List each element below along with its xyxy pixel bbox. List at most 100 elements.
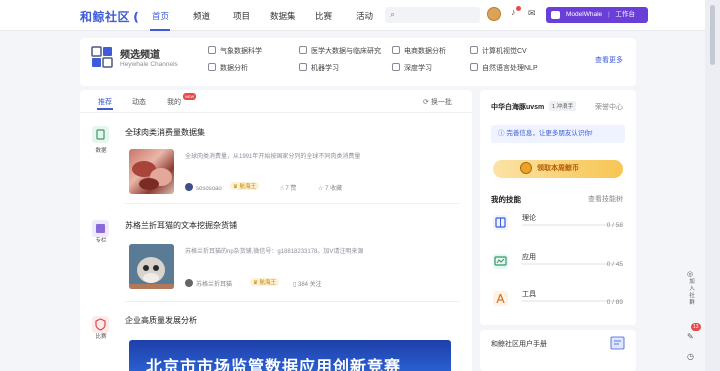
mail-icon[interactable]: ✉ (528, 8, 536, 19)
post-title[interactable]: 企业高质量发展分析 (125, 315, 197, 326)
site-logo[interactable]: 和鲸社区❪ (80, 8, 142, 25)
nav-projects[interactable]: 项目 (233, 10, 250, 22)
nav-events[interactable]: 活动 (356, 10, 373, 22)
content-feed: 推荐 动态 我的 NEW ⟳ 换一批 数据 全球肉类消费量数据集 全球肉类消费量… (80, 90, 472, 371)
tab-activity[interactable]: 动态 (132, 97, 146, 107)
bookmark-icon: ▯ (293, 282, 297, 288)
tab-recommend[interactable]: 推荐 (98, 97, 112, 107)
post-author[interactable]: 苏格兰折耳猫 (185, 279, 232, 288)
nav-datasets[interactable]: 数据集 (270, 10, 296, 22)
post-divider (125, 301, 460, 302)
channels-more-link[interactable]: 查看更多 (595, 55, 623, 65)
nav-home[interactable]: 首页 (152, 10, 169, 22)
thumbs-up-icon: ☝ (280, 186, 284, 192)
message-badge: 13 (691, 323, 701, 331)
bell-icon[interactable]: ♪ (511, 7, 516, 17)
tab-mine[interactable]: 我的 (167, 97, 181, 107)
book-icon (493, 215, 508, 230)
channel-nlp[interactable]: 自然语言处理NLP (470, 63, 538, 73)
data-analysis-icon (208, 63, 216, 71)
search-icon: ⌕ (390, 9, 396, 19)
machine-learning-icon (299, 63, 307, 71)
skill-count: 0 / 45 (606, 261, 623, 268)
view-skill-tree-link[interactable]: 查看技能树 (588, 194, 623, 204)
channel-deep-learning[interactable]: 深度学习 (392, 63, 432, 73)
author-avatar (185, 183, 193, 191)
active-tab-indicator (97, 108, 113, 110)
floating-toolbar: ◎ 加入社群 13 ✎ ◷ (681, 270, 703, 365)
username[interactable]: 中华白海豚uvsm (491, 102, 544, 112)
pirate-king-badge: ♛ 航海王 (250, 278, 279, 286)
channel-medical[interactable]: 医学大数据与临床研究 (299, 46, 381, 56)
skill-count: 0 / 89 (606, 299, 623, 306)
channel-cv[interactable]: 计算机视觉CV (470, 46, 527, 56)
modelwhale-icon (551, 11, 560, 19)
skill-count: 0 / 58 (606, 222, 623, 229)
user-avatar[interactable] (487, 7, 501, 21)
nlp-icon (470, 63, 478, 71)
channel-meteorology[interactable]: 气象数据科学 (208, 46, 262, 56)
competition-category-icon (92, 316, 109, 333)
meat-thumbnail[interactable] (129, 149, 174, 194)
channel-ecommerce[interactable]: 电商数据分析 (392, 46, 446, 56)
level-badge: 1 冲浪手 (549, 101, 577, 111)
search-input[interactable]: ⌕ (385, 7, 480, 23)
join-group-button[interactable]: 加入社群 (687, 279, 697, 307)
active-nav-indicator (150, 29, 170, 31)
refresh-icon: ⟳ (423, 99, 429, 106)
post-description: 全球肉类消费量，从1991年开始按国家分列的全球不同肉类消费量 (185, 154, 361, 160)
nav-competitions[interactable]: 比赛 (315, 10, 332, 22)
workbench-label: 工作台 (615, 11, 635, 18)
dataset-category-icon (92, 126, 109, 143)
claim-coins-button[interactable]: 领取本周鲸币 (493, 160, 623, 178)
follow-count[interactable]: ▯ 384 关注 (293, 279, 322, 288)
featured-channels-panel: 频选频道 Heywhale Channels 气象数据科学 医学大数据与临床研究… (80, 38, 636, 86)
post-title[interactable]: 苏格兰折耳猫的文本挖掘杂货铺 (125, 220, 237, 231)
pirate-king-badge: ♛ 航海王 (230, 182, 259, 190)
meteorology-icon (208, 46, 216, 54)
channels-title: 频选频道 (120, 50, 160, 61)
category-label: 数据 (95, 148, 107, 154)
user-manual-title: 和鲸社区用户手册 (491, 341, 547, 348)
tool-icon (493, 291, 508, 306)
scrollbar-thumb[interactable] (710, 5, 715, 65)
skill-theory[interactable]: 理论 (522, 213, 536, 223)
author-avatar (185, 279, 193, 287)
post-author[interactable]: sososoao (185, 183, 222, 192)
group-icon: ◎ (687, 271, 694, 278)
tabs-divider (80, 112, 472, 113)
user-sidebar: 中华白海豚uvsm 1 冲浪手 荣誉中心 ⓘ 完善信息，让更多朋友认识你! 领取… (480, 90, 636, 325)
channel-grid-icon (91, 46, 113, 68)
channel-machine-learning[interactable]: 机器学习 (299, 63, 339, 73)
top-navigation-bar: 和鲸社区❪ 首页 频道 项目 数据集 比赛 活动 ⌕ ♪ ✉ ModelWhal… (0, 0, 720, 31)
category-label: 专栏 (95, 238, 107, 244)
star-icon: ☆ (318, 186, 324, 192)
category-label: 比赛 (95, 334, 107, 340)
post-description: 苏格兰折耳猫的np杂货铺,微信号：g18818233178。加V请注明来源 (185, 249, 364, 255)
cat-thumbnail[interactable] (129, 244, 174, 289)
nav-channels[interactable]: 频道 (193, 10, 210, 22)
like-count[interactable]: ☝ 7 赞 (280, 183, 296, 192)
complete-profile-alert[interactable]: ⓘ 完善信息，让更多朋友认识你! (491, 125, 625, 143)
back-to-top-icon[interactable]: ◷ (687, 352, 694, 361)
user-manual-card[interactable]: 和鲸社区用户手册 (480, 330, 636, 371)
skill-application[interactable]: 应用 (522, 252, 536, 262)
chart-icon (493, 254, 508, 269)
honor-center-link[interactable]: 荣誉中心 (595, 102, 623, 112)
info-icon: ⓘ (498, 130, 505, 137)
modelwhale-workbench-button[interactable]: ModelWhale | 工作台 (546, 7, 648, 23)
post-divider (125, 203, 460, 204)
message-icon[interactable]: ✎ (687, 332, 694, 341)
modelwhale-label: ModelWhale (566, 11, 603, 18)
post-title[interactable]: 全球肉类消费量数据集 (125, 127, 205, 138)
channel-data-analysis[interactable]: 数据分析 (208, 63, 248, 73)
skill-tools[interactable]: 工具 (522, 289, 536, 299)
cv-icon (470, 46, 478, 54)
favorite-count[interactable]: ☆ 7 收藏 (318, 183, 342, 192)
refresh-button[interactable]: ⟳ 换一批 (423, 97, 452, 107)
column-category-icon (92, 220, 109, 237)
skills-title: 我的技能 (491, 195, 521, 204)
crown-icon: ♛ (253, 280, 258, 286)
competition-banner[interactable]: 北京市市场监管数据应用创新竞赛 (129, 340, 451, 371)
crown-icon: ♛ (233, 184, 238, 190)
